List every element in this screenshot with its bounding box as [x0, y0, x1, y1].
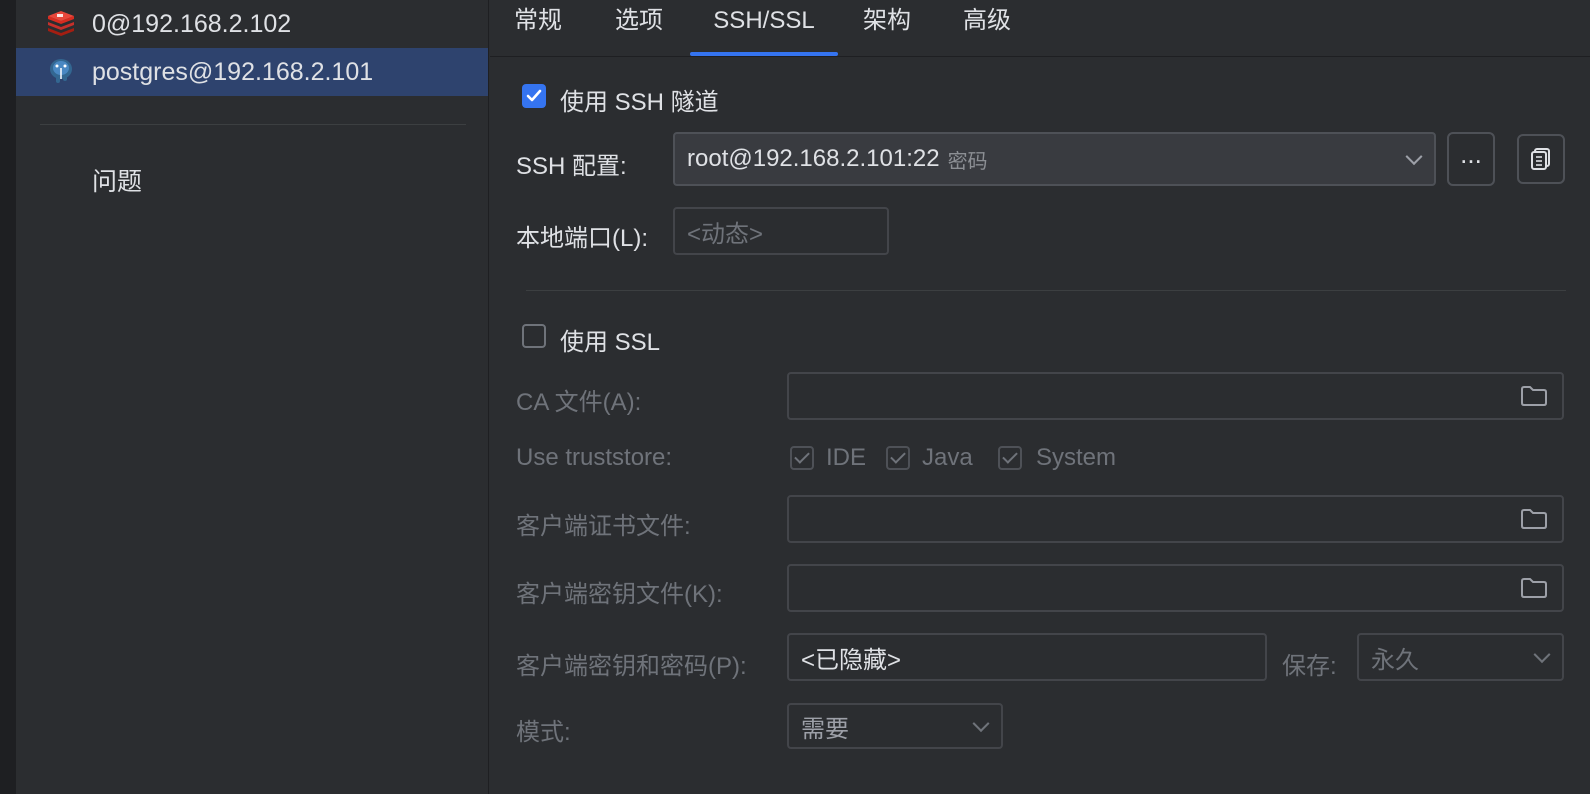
use-ssl-checkbox[interactable] — [522, 324, 546, 348]
window: 0@192.168.2.102 postgres@192.168.2.101 问… — [0, 0, 1590, 794]
connection-label: 0@192.168.2.102 — [92, 9, 292, 38]
local-port-input[interactable]: <动态> — [673, 207, 889, 255]
ssl-mode-label: 模式: — [516, 719, 571, 746]
connection-label: postgres@192.168.2.101 — [92, 57, 374, 86]
chevron-down-icon — [1405, 148, 1423, 166]
ssh-config-select[interactable]: root@192.168.2.101:22 密码 — [673, 132, 1436, 186]
use-ssh-tunnel-checkbox[interactable] — [522, 84, 546, 108]
use-ssl-label: 使用 SSL — [560, 329, 661, 356]
chevron-down-icon — [972, 715, 990, 733]
tab-advanced[interactable]: 高级 — [962, 0, 1012, 56]
ca-file-input[interactable] — [787, 372, 1564, 420]
save-label: 保存: — [1282, 653, 1337, 680]
truststore-system-label: System — [1036, 444, 1117, 471]
folder-icon[interactable] — [1520, 508, 1548, 530]
truststore-system-checkbox[interactable] — [998, 446, 1022, 470]
tab-bar: 常规 选项 SSH/SSL 架构 高级 — [490, 0, 1590, 57]
client-cert-label: 客户端证书文件: — [516, 513, 691, 540]
checkmark-icon — [526, 89, 542, 102]
ssh-config-value: root@192.168.2.101:22 — [687, 145, 940, 172]
ssl-mode-select[interactable]: 需要 — [787, 703, 1003, 749]
section-separator — [526, 290, 1566, 291]
local-port-label: 本地端口(L): — [516, 225, 648, 252]
folder-icon[interactable] — [1520, 577, 1548, 599]
sidebar-item-problems[interactable]: 问题 — [92, 162, 142, 198]
ssh-config-more-button[interactable]: ... — [1447, 132, 1495, 186]
truststore-ide-label: IDE — [826, 444, 867, 471]
folder-icon[interactable] — [1520, 385, 1548, 407]
connection-settings-panel: 常规 选项 SSH/SSL 架构 高级 使用 SSH 隧道 SSH 配置: ro… — [490, 0, 1590, 794]
save-mode-value: 永久 — [1371, 646, 1419, 674]
save-mode-select[interactable]: 永久 — [1357, 633, 1564, 681]
tab-options[interactable]: 选项 — [614, 0, 664, 56]
connections-sidebar: 0@192.168.2.102 postgres@192.168.2.101 问… — [16, 0, 489, 794]
connection-item-postgres[interactable]: postgres@192.168.2.101 — [16, 48, 488, 96]
copy-button[interactable] — [1517, 134, 1565, 184]
truststore-java-checkbox[interactable] — [886, 446, 910, 470]
tab-general[interactable]: 常规 — [514, 0, 562, 56]
chevron-down-icon — [1533, 646, 1551, 664]
copy-icon — [1531, 148, 1550, 170]
tab-schemas[interactable]: 架构 — [862, 0, 912, 56]
client-cert-input[interactable] — [787, 495, 1564, 543]
client-key-label: 客户端密钥文件(K): — [516, 581, 723, 608]
truststore-label: Use truststore: — [516, 444, 673, 471]
local-port-placeholder: <动态> — [687, 220, 764, 248]
redis-icon — [46, 9, 76, 39]
postgresql-icon — [46, 57, 76, 87]
key-password-input[interactable]: <已隐藏> — [787, 633, 1267, 681]
truststore-java-label: Java — [922, 444, 973, 471]
ssh-config-label: SSH 配置: — [516, 153, 627, 180]
key-password-value: <已隐藏> — [801, 646, 902, 674]
truststore-ide-checkbox[interactable] — [790, 446, 814, 470]
edge-strip — [0, 0, 16, 794]
key-password-label: 客户端密钥和密码(P): — [516, 653, 747, 680]
client-key-input[interactable] — [787, 564, 1564, 612]
tab-ssh-ssl[interactable]: SSH/SSL — [690, 0, 838, 56]
connection-item-redis[interactable]: 0@192.168.2.102 — [16, 0, 488, 48]
use-ssh-tunnel-label: 使用 SSH 隧道 — [560, 89, 719, 116]
sidebar-separator — [40, 124, 466, 125]
ssl-mode-value: 需要 — [801, 715, 849, 743]
more-button-label: ... — [1460, 138, 1482, 169]
ssh-config-auth: 密码 — [947, 150, 988, 173]
ca-file-label: CA 文件(A): — [516, 389, 642, 416]
